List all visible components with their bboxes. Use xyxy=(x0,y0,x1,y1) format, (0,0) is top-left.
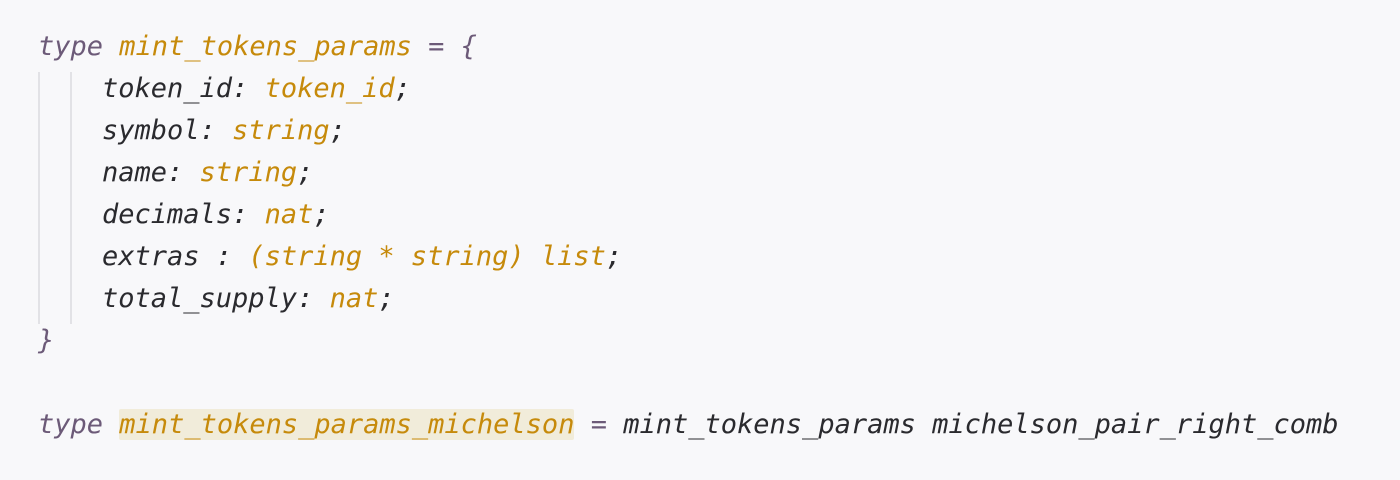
code-line-type-decl: type mint_tokens_params = { xyxy=(38,26,1400,68)
keyword-type: type xyxy=(38,409,104,440)
assign-brace: = { xyxy=(428,31,477,62)
field-name: total_supply: xyxy=(102,283,314,314)
type-name: mint_tokens_params xyxy=(119,31,412,62)
type-name-highlighted: mint_tokens_params_michelson xyxy=(119,409,575,440)
code-editor: type mint_tokens_params = { token_id: to… xyxy=(0,0,1400,480)
field-semicolon: ; xyxy=(605,241,623,272)
field-semicolon: ; xyxy=(297,157,314,188)
field-name: symbol: xyxy=(102,115,216,146)
field-type: nat xyxy=(264,199,314,230)
field-semicolon: ; xyxy=(329,115,346,146)
field-type: token_id xyxy=(264,73,395,104)
keyword-type: type xyxy=(38,31,104,62)
assign-operator: = xyxy=(590,409,607,440)
field-name: extras : xyxy=(102,241,233,272)
field-semicolon: ; xyxy=(394,73,411,104)
field-type: (string * string) list xyxy=(248,241,606,272)
code-line-field: symbol: string; xyxy=(38,110,1400,152)
code-line-field: total_supply: nat; xyxy=(38,278,1400,320)
field-type: string xyxy=(199,157,298,188)
alias-value: mint_tokens_params michelson_pair_right_… xyxy=(623,409,1339,440)
field-name: token_id: xyxy=(102,73,249,104)
field-semicolon: ; xyxy=(313,199,330,230)
code-line-field: decimals: nat; xyxy=(38,194,1400,236)
close-brace: } xyxy=(38,325,55,356)
code-line-field: token_id: token_id; xyxy=(38,68,1400,110)
field-type: nat xyxy=(329,283,379,314)
code-line-type-alias: type mint_tokens_params_michelson = mint… xyxy=(38,404,1400,446)
field-name: name: xyxy=(102,157,184,188)
code-line-close: } xyxy=(38,320,1400,362)
field-name: decimals: xyxy=(102,199,249,230)
field-type: string xyxy=(232,115,330,146)
code-line-field: extras : (string * string) list; xyxy=(38,236,1400,278)
code-line-field: name: string; xyxy=(38,152,1400,194)
field-semicolon: ; xyxy=(378,283,395,314)
